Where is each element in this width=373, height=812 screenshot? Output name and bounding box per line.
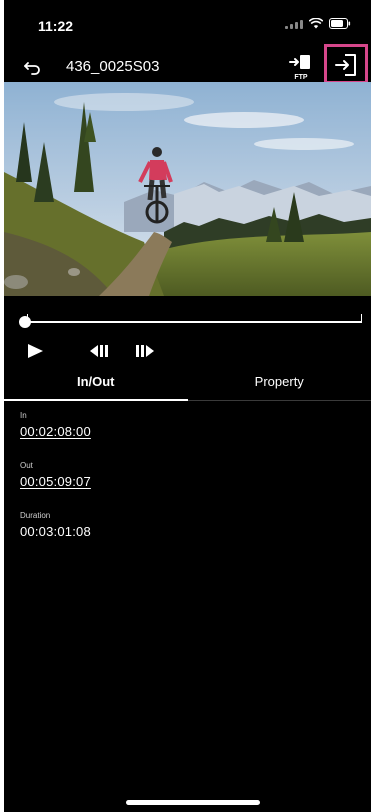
exit-button[interactable] [324, 44, 368, 84]
video-frame-image [4, 82, 371, 296]
app-header: 436_0025S03 FTP [4, 44, 371, 84]
video-preview[interactable] [4, 82, 371, 296]
frame-forward-button[interactable] [134, 344, 156, 358]
tab-property[interactable]: Property [188, 366, 372, 400]
ftp-transfer-button[interactable]: FTP [286, 52, 316, 82]
battery-icon [329, 18, 351, 29]
play-button[interactable] [24, 342, 46, 360]
clip-title: 436_0025S03 [66, 58, 160, 75]
frame-back-icon [90, 345, 108, 357]
transport-controls [4, 340, 371, 362]
back-arrow-icon [24, 62, 40, 75]
in-label: In [20, 411, 27, 420]
wifi-icon [309, 18, 323, 29]
scrubber-track [22, 321, 362, 323]
duration-value: 00:03:01:08 [20, 524, 91, 539]
status-time: 11:22 [38, 18, 74, 34]
play-icon [28, 344, 43, 358]
out-point-value[interactable]: 00:05:09:07 [20, 474, 91, 489]
frame-forward-icon [136, 345, 154, 357]
scrubber-handle[interactable] [19, 316, 31, 328]
home-indicator[interactable] [126, 800, 260, 805]
out-label: Out [20, 461, 33, 470]
tab-bar: In/Out Property [4, 366, 371, 401]
playback-scrubber[interactable] [19, 314, 362, 330]
frame-back-button[interactable] [88, 344, 110, 358]
ftp-transfer-icon: FTP [289, 55, 310, 81]
back-button[interactable] [20, 54, 46, 80]
status-icons [285, 18, 351, 29]
tab-in-out[interactable]: In/Out [4, 366, 188, 401]
app-screen: 11:22 436_0025S03 FTP In/Out Property In… [4, 0, 371, 812]
cellular-signal-icon [285, 19, 303, 29]
exit-icon [335, 54, 356, 76]
status-bar: 11:22 [4, 0, 371, 44]
duration-label: Duration [20, 511, 51, 520]
in-point-value[interactable]: 00:02:08:00 [20, 424, 91, 439]
ftp-label: FTP [294, 74, 308, 81]
